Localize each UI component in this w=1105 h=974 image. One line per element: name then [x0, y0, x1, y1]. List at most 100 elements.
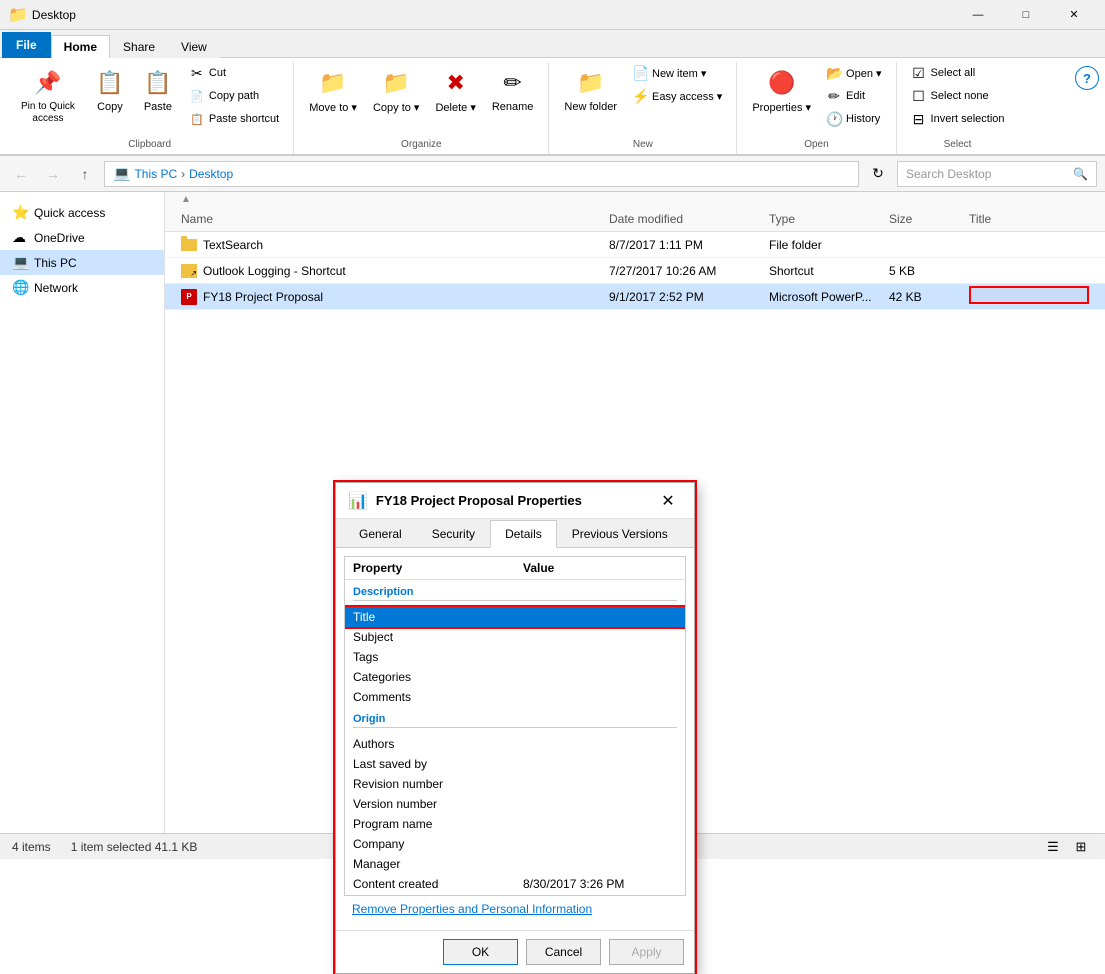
new-label: New — [549, 139, 736, 150]
tab-view[interactable]: View — [168, 35, 220, 58]
dialog-cancel-button[interactable]: Cancel — [526, 939, 601, 965]
help-button[interactable]: ? — [1075, 66, 1099, 90]
sidebar-item-quick-access[interactable]: ⭐ Quick access — [0, 200, 164, 225]
this-pc-icon: 💻 — [12, 254, 28, 271]
paste-shortcut-button[interactable]: 📋 Paste shortcut — [183, 108, 285, 130]
move-icon: 📁 — [317, 67, 349, 99]
pin-icon: 📌 — [32, 67, 64, 99]
invert-icon: ⊟ — [911, 111, 927, 128]
main-area: ⭐ Quick access ☁ OneDrive 💻 This PC 🌐 Ne… — [0, 192, 1105, 833]
table-row[interactable]: TextSearch 8/7/2017 1:11 PM File folder — [165, 232, 1105, 258]
tab-home[interactable]: Home — [51, 35, 110, 58]
table-row[interactable]: Comments — [345, 687, 685, 707]
pin-to-quick-access-button[interactable]: 📌 Pin to Quickaccess — [14, 62, 82, 130]
open-button[interactable]: 📂 Open ▾ — [820, 62, 888, 84]
maximize-button[interactable]: □ — [1003, 0, 1049, 30]
sidebar-item-network[interactable]: 🌐 Network — [0, 275, 164, 300]
minimize-button[interactable]: — — [955, 0, 1001, 30]
new-section: 📁 New folder 📄 New item ▾ ⚡ Easy access … — [549, 62, 737, 154]
delete-button[interactable]: ✖ Delete ▾ — [428, 62, 482, 119]
sidebar-label-this-pc: This PC — [34, 256, 77, 270]
copy-to-button[interactable]: 📁 Copy to ▾ — [366, 62, 427, 119]
table-row[interactable]: Company — [345, 834, 685, 854]
props-scroll[interactable]: Property Value Description Titl — [344, 556, 686, 896]
delete-icon: ✖ — [440, 67, 472, 99]
copy-button[interactable]: 📋 Copy — [87, 62, 133, 118]
cut-button[interactable]: ✂ Cut — [183, 62, 285, 84]
table-row[interactable]: Categories — [345, 667, 685, 687]
select-none-button[interactable]: ☐ Select none — [905, 85, 1011, 107]
edit-button[interactable]: ✏ Edit — [820, 85, 888, 107]
cut-icon: ✂ — [189, 65, 205, 82]
section-label-description: Description — [353, 586, 414, 598]
table-row[interactable]: Revision number — [345, 774, 685, 794]
new-folder-button[interactable]: 📁 New folder — [557, 62, 624, 118]
history-button[interactable]: 🕐 History — [820, 108, 888, 130]
dialog-ok-button[interactable]: OK — [443, 939, 518, 965]
tab-share[interactable]: Share — [110, 35, 168, 58]
path-this-pc[interactable]: This PC — [134, 167, 177, 181]
remove-properties-link[interactable]: Remove Properties and Personal Informati… — [352, 902, 592, 916]
shortcut-icon: ↗ — [181, 264, 197, 278]
select-label: Select — [897, 139, 1019, 150]
col-size[interactable]: Size — [889, 212, 969, 226]
table-row[interactable]: Title — [345, 607, 685, 627]
dialog-icon: 📊 — [348, 491, 368, 511]
open-label: Open — [737, 139, 895, 150]
open-icon: 📂 — [826, 65, 842, 82]
table-row[interactable]: Manager — [345, 854, 685, 874]
dialog-close-button[interactable]: ✕ — [654, 487, 682, 515]
dialog-tab-security[interactable]: Security — [417, 520, 490, 548]
tab-file[interactable]: File — [2, 32, 51, 58]
dialog-tab-details[interactable]: Details — [490, 520, 557, 548]
ribbon: 📌 Pin to Quickaccess 📋 Copy 📋 Paste ✂ Cu… — [0, 58, 1105, 156]
col-date[interactable]: Date modified — [609, 212, 769, 226]
copy-path-icon: 📄 — [189, 90, 205, 103]
select-all-icon: ☑ — [911, 65, 927, 82]
close-button[interactable]: ✕ — [1051, 0, 1097, 30]
table-row[interactable]: Tags — [345, 647, 685, 667]
table-row[interactable]: Version number — [345, 794, 685, 814]
details-view-button[interactable]: ☰ — [1041, 835, 1065, 859]
table-row[interactable]: ↗ Outlook Logging - Shortcut 7/27/2017 1… — [165, 258, 1105, 284]
copy-path-button[interactable]: 📄 Copy path — [183, 85, 285, 107]
table-row[interactable]: Authors — [345, 734, 685, 754]
dialog-buttons: OK Cancel Apply — [336, 930, 694, 973]
large-icon-view-button[interactable]: ⊞ — [1069, 835, 1093, 859]
file-name-cell: ↗ Outlook Logging - Shortcut — [181, 264, 609, 278]
new-item-icon: 📄 — [632, 65, 648, 82]
title-bar: 📁 Desktop — □ ✕ — [0, 0, 1105, 30]
dialog-apply-button[interactable]: Apply — [609, 939, 684, 965]
col-type[interactable]: Type — [769, 212, 889, 226]
organize-section: 📁 Move to ▾ 📁 Copy to ▾ ✖ Delete ▾ ✏ Ren… — [294, 62, 549, 154]
view-buttons: ☰ ⊞ — [1041, 835, 1093, 859]
dialog-titlebar: 📊 FY18 Project Proposal Properties ✕ — [336, 483, 694, 519]
col-title[interactable]: Title — [969, 212, 1089, 226]
clipboard-section: 📌 Pin to Quickaccess 📋 Copy 📋 Paste ✂ Cu… — [6, 62, 294, 154]
rename-button[interactable]: ✏ Rename — [485, 62, 541, 118]
dialog-tab-general[interactable]: General — [344, 520, 417, 548]
select-none-icon: ☐ — [911, 88, 927, 105]
paste-button[interactable]: 📋 Paste — [135, 62, 181, 118]
table-row[interactable]: Content created 8/30/2017 3:26 PM — [345, 874, 685, 894]
new-item-button[interactable]: 📄 New item ▾ — [626, 62, 728, 84]
table-row[interactable]: Program name — [345, 814, 685, 834]
new-folder-icon: 📁 — [575, 67, 607, 99]
path-desktop[interactable]: Desktop — [189, 167, 233, 181]
clipboard-label: Clipboard — [6, 139, 293, 150]
file-name-cell: P FY18 Project Proposal — [181, 289, 609, 305]
table-row[interactable]: Last saved by — [345, 754, 685, 774]
easy-access-button[interactable]: ⚡ Easy access ▾ — [626, 85, 728, 107]
search-placeholder: Search Desktop — [906, 167, 991, 181]
dialog-tab-previous-versions[interactable]: Previous Versions — [557, 520, 683, 548]
search-icon: 🔍 — [1073, 167, 1088, 181]
table-row[interactable]: P FY18 Project Proposal 9/1/2017 2:52 PM… — [165, 284, 1105, 310]
properties-button[interactable]: 🔴 Properties ▾ — [745, 62, 818, 119]
move-to-button[interactable]: 📁 Move to ▾ — [302, 62, 364, 119]
col-name[interactable]: Name — [181, 212, 609, 226]
table-row[interactable]: Subject — [345, 627, 685, 647]
sidebar-item-this-pc[interactable]: 💻 This PC — [0, 250, 164, 275]
invert-selection-button[interactable]: ⊟ Invert selection — [905, 108, 1011, 130]
sidebar-item-onedrive[interactable]: ☁ OneDrive — [0, 225, 164, 250]
select-all-button[interactable]: ☑ Select all — [905, 62, 1011, 84]
